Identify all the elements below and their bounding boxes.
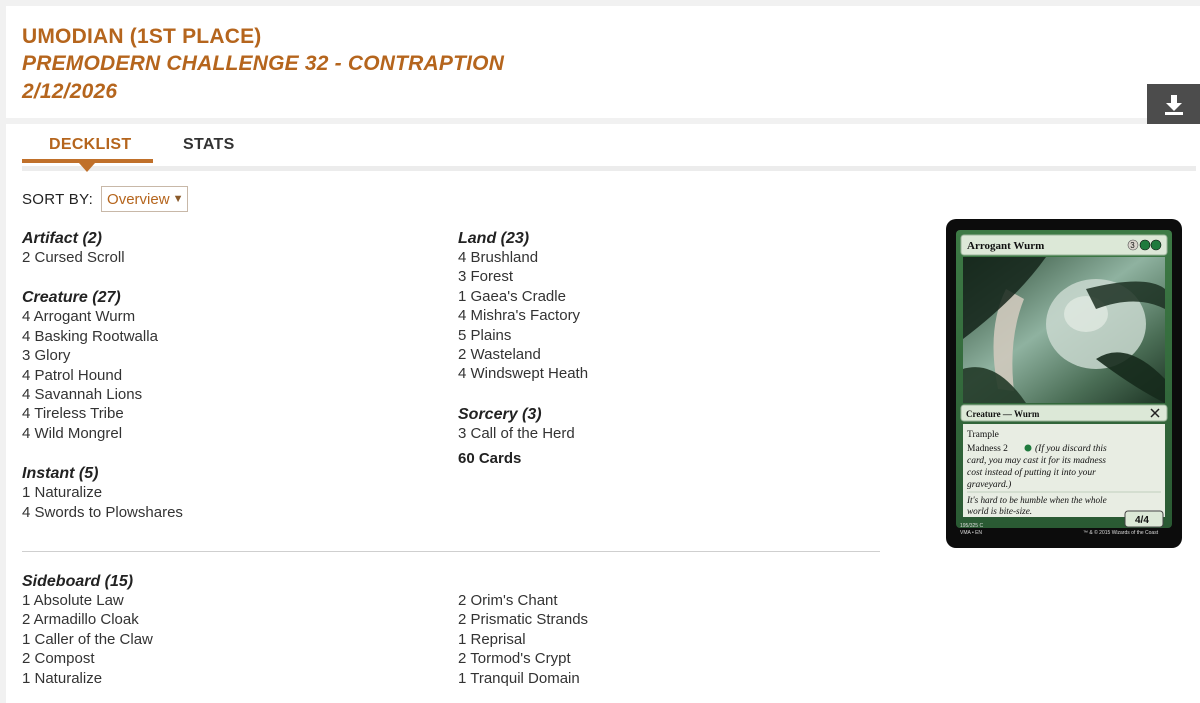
card-entry[interactable]: 1 Naturalize bbox=[22, 483, 442, 502]
event-date: 2/12/2026 bbox=[22, 80, 118, 103]
card-entry[interactable]: 4 Swords to Plowshares bbox=[22, 503, 442, 522]
card-entry[interactable]: 2 Prismatic Strands bbox=[458, 610, 588, 629]
card-entry[interactable]: 1 Caller of the Claw bbox=[22, 630, 153, 649]
card-entry[interactable]: 4 Patrol Hound bbox=[22, 366, 442, 385]
card-entry[interactable]: 3 Glory bbox=[22, 346, 442, 365]
tab-decklist[interactable]: DECKLIST bbox=[49, 136, 131, 154]
sideboard-title: Sideboard (15) bbox=[22, 573, 134, 590]
card-collector-number: 195/325 C bbox=[960, 523, 983, 529]
group-title: Creature (27) bbox=[22, 289, 121, 307]
download-button[interactable] bbox=[1147, 84, 1200, 126]
card-type-line: Creature — Wurm bbox=[966, 409, 1040, 419]
card-group: Sorcery (3) 3 Call of the Herd bbox=[458, 405, 878, 443]
card-entry[interactable]: 4 Mishra's Factory bbox=[458, 306, 878, 325]
card-entry[interactable]: 1 Absolute Law bbox=[22, 591, 153, 610]
group-title: Artifact (2) bbox=[22, 230, 103, 247]
card-entry[interactable]: 1 Tranquil Domain bbox=[458, 669, 588, 688]
card-entry[interactable]: 2 Tormod's Crypt bbox=[458, 649, 588, 668]
card-rules-trample: Trample bbox=[967, 430, 999, 440]
card-copyright: ™ & © 2015 Wizards of the Coast bbox=[1083, 529, 1159, 536]
card-entry[interactable]: 2 Armadillo Cloak bbox=[22, 610, 153, 629]
card-group: Land (23) 4 Brushland 3 Forest 1 Gaea's … bbox=[458, 229, 878, 384]
event-title: PREMODERN CHALLENGE 32 - CONTRAPTION bbox=[22, 52, 505, 75]
card-flavor-2: world is bite-size. bbox=[967, 506, 1032, 516]
card-entry[interactable]: 4 Basking Rootwalla bbox=[22, 327, 442, 346]
deck-header: UMODIAN (1ST PLACE) PREMODERN CHALLENGE … bbox=[6, 6, 1200, 126]
card-entry[interactable]: 2 Compost bbox=[22, 649, 153, 668]
sort-label: SORT BY: bbox=[22, 190, 94, 208]
card-rules-reminder-3: cost instead of putting it into your bbox=[967, 467, 1096, 478]
card-power-toughness: 4/4 bbox=[1135, 515, 1149, 526]
card-total: 60 Cards bbox=[458, 450, 522, 468]
card-preview-image: Arrogant Wurm 3 Creature — Wurm Trample … bbox=[946, 219, 1182, 548]
group-title: Instant (5) bbox=[22, 465, 99, 483]
card-entry[interactable]: 1 Reprisal bbox=[458, 630, 588, 649]
card-entry[interactable]: 2 Cursed Scroll bbox=[22, 248, 442, 267]
player-title: UMODIAN (1ST PLACE) bbox=[22, 25, 262, 48]
card-flavor-1: It's hard to be humble when the whole bbox=[966, 495, 1107, 505]
card-entry[interactable]: 4 Wild Mongrel bbox=[22, 424, 442, 443]
download-icon bbox=[1164, 95, 1183, 115]
sideboard-column-left: 1 Absolute Law 2 Armadillo Cloak 1 Calle… bbox=[22, 591, 153, 688]
card-entry[interactable]: 5 Plains bbox=[458, 326, 878, 345]
card-entry[interactable]: 2 Wasteland bbox=[458, 345, 878, 364]
sort-select[interactable]: Overview ▼ bbox=[101, 186, 189, 212]
decklist-column-left: Artifact (2) 2 Cursed Scroll Creature (2… bbox=[22, 229, 442, 543]
tab-stats[interactable]: STATS bbox=[183, 136, 235, 154]
card-rules-madness: Madness 2 bbox=[967, 444, 1008, 454]
sideboard-column-right: 2 Orim's Chant 2 Prismatic Strands 1 Rep… bbox=[458, 591, 588, 688]
card-entry[interactable]: 3 Call of the Herd bbox=[458, 424, 878, 443]
decklist-column-right: Land (23) 4 Brushland 3 Forest 1 Gaea's … bbox=[458, 229, 878, 467]
card-entry[interactable]: 3 Forest bbox=[458, 267, 878, 286]
card-entry[interactable]: 4 Tireless Tribe bbox=[22, 404, 442, 423]
card-rules-reminder-1: (If you discard this bbox=[1035, 443, 1107, 454]
sort-select-value: Overview bbox=[107, 190, 170, 208]
card-entry[interactable]: 2 Orim's Chant bbox=[458, 591, 588, 610]
card-group: Instant (5) 1 Naturalize 4 Swords to Plo… bbox=[22, 464, 442, 522]
group-title: Sorcery (3) bbox=[458, 405, 542, 423]
card-entry[interactable]: 4 Savannah Lions bbox=[22, 385, 442, 404]
decklist-panel: DECKLIST STATS SORT BY: Overview ▼ Artif… bbox=[6, 124, 1200, 703]
card-entry[interactable]: 4 Windswept Heath bbox=[458, 364, 878, 383]
group-title: Land (23) bbox=[458, 230, 530, 247]
tab-bar: DECKLIST STATS bbox=[22, 124, 1196, 172]
card-entry[interactable]: 1 Gaea's Cradle bbox=[458, 287, 878, 306]
sort-control: SORT BY: Overview ▼ bbox=[22, 186, 189, 212]
card-rules-reminder-4: graveyard.) bbox=[967, 479, 1011, 490]
chevron-down-icon: ▼ bbox=[172, 193, 184, 205]
card-group: Creature (27) 4 Arrogant Wurm 4 Basking … bbox=[22, 288, 442, 443]
card-entry[interactable]: 4 Brushland bbox=[458, 248, 878, 267]
card-entry[interactable]: 4 Arrogant Wurm bbox=[22, 307, 442, 326]
sideboard-divider bbox=[22, 551, 880, 552]
card-cost: 3 bbox=[1130, 241, 1135, 250]
card-group: Artifact (2) 2 Cursed Scroll bbox=[22, 229, 442, 267]
active-tab-caret bbox=[79, 163, 95, 172]
card-name: Arrogant Wurm bbox=[967, 240, 1044, 252]
card-set-code: VMA • EN bbox=[960, 530, 982, 536]
card-entry[interactable]: 1 Naturalize bbox=[22, 669, 153, 688]
card-rules-reminder-2: card, you may cast it for its madness bbox=[967, 455, 1106, 466]
